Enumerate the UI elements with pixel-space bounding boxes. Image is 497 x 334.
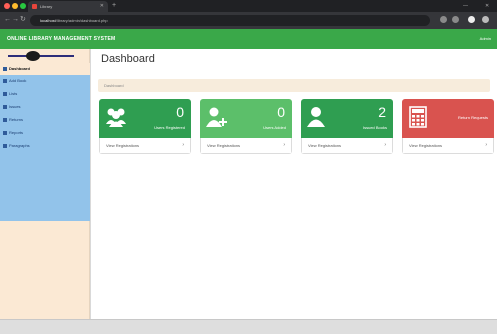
- sidebar-item-add-book[interactable]: Add Book: [0, 75, 90, 87]
- user-icon: [307, 107, 325, 127]
- url-path: /library/admin/dashboard.php: [55, 18, 108, 23]
- sidebar-item-label: Issues: [9, 104, 21, 109]
- card-header: Return Requests: [402, 99, 494, 138]
- tab-title: Library: [40, 4, 53, 9]
- card-header: 0 Users Registered: [99, 99, 191, 138]
- sidebar-item-label: Reports: [9, 130, 24, 135]
- maximize-window-icon[interactable]: [20, 3, 26, 9]
- card-footer-link[interactable]: View Registrations ›: [402, 138, 494, 154]
- sidebar-item-label: Returns: [9, 117, 24, 122]
- card-header: 2 Issued Books: [301, 99, 393, 138]
- card-label: Users Added: [263, 125, 286, 130]
- minimize-window-icon[interactable]: [12, 3, 18, 9]
- profile-avatar-icon[interactable]: [468, 16, 475, 23]
- card-count: 0: [277, 104, 285, 120]
- sidebar-item-label: Dashboard: [9, 66, 30, 71]
- page-footer: [0, 319, 497, 334]
- dashboard-icon: [3, 67, 7, 71]
- card-footer-label: View Registrations: [308, 143, 342, 148]
- window-minimize-icon[interactable]: —: [463, 0, 468, 12]
- profile-divider: [8, 55, 74, 57]
- card-footer-label: View Registrations: [409, 143, 443, 148]
- list-icon: [3, 92, 7, 96]
- extension-icon[interactable]: [440, 16, 447, 23]
- sidebar-item-dashboard[interactable]: Dashboard: [0, 63, 90, 75]
- card-count: 2: [378, 104, 386, 120]
- card-label: Issued Books: [362, 125, 387, 130]
- calculator-icon: [409, 106, 427, 128]
- sidebar-item-label: Lists: [9, 91, 18, 96]
- sidebar-item-reports[interactable]: Reports: [0, 127, 90, 139]
- arrow-right-icon: ›: [283, 142, 285, 148]
- browser-tabbar: Library ✕ + — ✕: [0, 0, 497, 12]
- brand-title: ONLINE LIBRARY MANAGEMENT SYSTEM: [7, 36, 116, 42]
- forward-icon[interactable]: →: [12, 15, 19, 25]
- return-icon: [3, 118, 7, 122]
- breadcrumb: Dashboard: [98, 79, 490, 92]
- arrow-right-icon: ›: [384, 142, 386, 148]
- user-plus-icon: [206, 107, 227, 127]
- card-footer-label: View Registrations: [106, 143, 140, 148]
- sidebar-item-label: Paragraphs: [9, 143, 30, 148]
- report-icon: [3, 131, 7, 135]
- paragraph-icon: [3, 144, 7, 148]
- stat-card-users-added: 0 Users Added View Registrations ›: [200, 99, 292, 154]
- address-bar[interactable]: localhost/library/admin/dashboard.php: [30, 15, 430, 26]
- arrow-right-icon: ›: [485, 142, 487, 148]
- card-footer-link[interactable]: View Registrations ›: [99, 138, 191, 154]
- card-label: Users Registered: [154, 125, 185, 130]
- main-content: Dashboard Dashboard 0 Users Registered V…: [91, 49, 497, 319]
- close-window-icon[interactable]: [4, 3, 10, 9]
- card-footer-link[interactable]: View Registrations ›: [301, 138, 393, 154]
- reload-icon[interactable]: ↻: [20, 15, 26, 25]
- window-close-icon[interactable]: ✕: [485, 0, 489, 12]
- app-header: ONLINE LIBRARY MANAGEMENT SYSTEM Admin: [0, 29, 497, 49]
- browser-toolbar: ← → ↻ localhost/library/admin/dashboard.…: [0, 12, 497, 29]
- sidebar-item-label: Add Book: [9, 78, 27, 83]
- card-label: Return Requests: [457, 115, 488, 120]
- stat-card-issued-books: 2 Issued Books View Registrations ›: [301, 99, 393, 154]
- sidebar-item-returns[interactable]: Returns: [0, 114, 90, 126]
- new-tab-icon[interactable]: +: [112, 1, 116, 11]
- card-footer-label: View Registrations: [207, 143, 241, 148]
- favicon-icon: [32, 4, 37, 9]
- card-header: 0 Users Added: [200, 99, 292, 138]
- users-icon: [106, 108, 126, 127]
- browser-tab[interactable]: Library ✕: [28, 1, 108, 12]
- add-icon: [3, 79, 7, 83]
- stat-card-users-registered: 0 Users Registered View Registrations ›: [99, 99, 191, 154]
- sidebar-item-issues[interactable]: Issues: [0, 101, 90, 113]
- issue-icon: [3, 105, 7, 109]
- url-host: localhost: [40, 18, 56, 23]
- user-menu[interactable]: Admin: [480, 29, 491, 49]
- card-footer-link[interactable]: View Registrations ›: [200, 138, 292, 154]
- stat-card-return-requests: Return Requests View Registrations ›: [402, 99, 494, 154]
- card-count: 0: [176, 104, 184, 120]
- close-tab-icon[interactable]: ✕: [100, 1, 104, 12]
- arrow-right-icon: ›: [182, 142, 184, 148]
- menu-icon[interactable]: [482, 16, 489, 23]
- sidebar-profile: [0, 49, 90, 63]
- sidebar: Dashboard Add Book Lists Issues Returns …: [0, 49, 90, 319]
- avatar: [26, 51, 40, 61]
- sidebar-item-paragraphs[interactable]: Paragraphs: [0, 140, 90, 152]
- extension-icon[interactable]: [452, 16, 459, 23]
- page-title: Dashboard: [101, 53, 155, 65]
- sidebar-item-lists[interactable]: Lists: [0, 88, 90, 100]
- back-icon[interactable]: ←: [4, 15, 11, 25]
- sidebar-menu: Add Book Lists Issues Returns Reports Pa…: [0, 75, 90, 221]
